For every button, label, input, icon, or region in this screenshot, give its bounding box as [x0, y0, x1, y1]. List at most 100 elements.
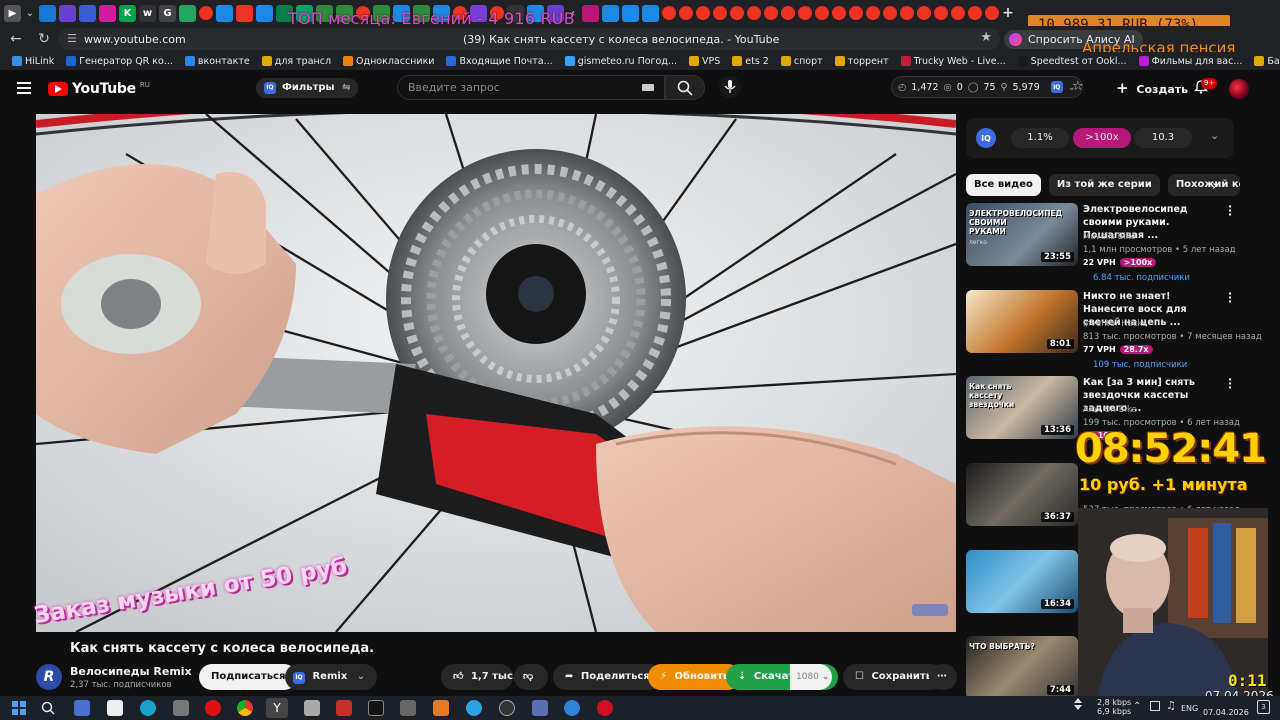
chip-similar-content[interactable]: Похожий конте — [1167, 174, 1240, 196]
volume-icon[interactable]: ♫ — [1166, 699, 1176, 712]
tab-favicon[interactable] — [696, 6, 710, 20]
tab-favicon[interactable] — [256, 4, 273, 22]
tab-favicon[interactable] — [622, 4, 639, 22]
taskbar-app-icon[interactable] — [433, 700, 449, 716]
tab-favicon[interactable] — [642, 4, 659, 22]
recommendation-channel[interactable]: Inventor Hacks — [1083, 319, 1147, 329]
video-thumbnail[interactable]: 36:37 — [966, 463, 1078, 526]
tab-favicon[interactable] — [679, 6, 693, 20]
dislike-button[interactable]: 👎︎ — [514, 664, 548, 690]
url-field[interactable]: ☰ www.youtube.com (39) Как снять кассету… — [58, 28, 1000, 50]
tab-favicon[interactable] — [662, 6, 676, 20]
video-thumbnail[interactable]: 16:34 — [966, 550, 1078, 613]
tab-favicon[interactable] — [951, 6, 965, 20]
tab-favicon[interactable] — [713, 6, 727, 20]
notification-center-icon[interactable]: 3 — [1257, 700, 1270, 714]
search-icon[interactable] — [41, 701, 55, 715]
account-avatar[interactable] — [1229, 79, 1249, 99]
subscribe-button[interactable]: Подписаться — [199, 664, 298, 690]
channel-avatar[interactable]: R — [36, 664, 62, 690]
tab-favicon[interactable] — [883, 6, 897, 20]
more-vert-icon[interactable]: ··· — [1228, 374, 1232, 393]
tab-favicon[interactable] — [849, 6, 863, 20]
recommendation-channel[interactable]: Alex On Bike — [1083, 405, 1137, 415]
recommendation-channel[interactable]: Mavells Bike — [1083, 232, 1136, 242]
share-button[interactable]: ➦ Поделиться — [553, 664, 662, 690]
bookmark-item[interactable]: Speedtest от Ookl... — [1017, 56, 1127, 67]
bookmark-item[interactable]: Trucky Web - Live... — [900, 56, 1006, 67]
bookmark-item[interactable]: спорт — [780, 56, 823, 67]
taskbar-app-icon[interactable] — [400, 700, 416, 716]
language-indicator[interactable]: ENG — [1181, 704, 1198, 713]
chip-all-videos[interactable]: Все видео — [966, 174, 1041, 196]
taskbar-app-icon[interactable] — [74, 700, 90, 716]
bookmark-item[interactable]: Входящие Почта... — [446, 56, 553, 67]
start-windows-icon[interactable] — [12, 701, 26, 715]
channel-stats[interactable]: ◴ 1,472 ◎ 0 ◯ 75 ⚲ 5,979 IQ ⌄ — [891, 76, 1083, 98]
tab-favicon[interactable] — [199, 6, 213, 20]
bookmark-star-icon[interactable]: ★ — [980, 30, 992, 45]
recommendation-item[interactable]: ЭЛЕКТРОВЕЛОСИПЕД СВОИМИ РУКАМИ легко 23:55… — [966, 201, 1266, 283]
video-player[interactable] — [36, 114, 956, 632]
pin-up-icon[interactable] — [1074, 698, 1082, 710]
taskbar-app-icon[interactable] — [107, 700, 123, 716]
new-tab-icon[interactable]: + — [1002, 5, 1014, 21]
tab-favicon[interactable] — [798, 6, 812, 20]
tab-favicon[interactable] — [832, 6, 846, 20]
tab-favicon[interactable] — [866, 6, 880, 20]
bookmark-item[interactable]: торрент — [834, 56, 889, 67]
voice-search-button[interactable] — [719, 76, 741, 98]
chrome-icon[interactable] — [237, 700, 253, 716]
video-thumbnail[interactable]: 8:01 — [966, 290, 1078, 353]
tab-favicon[interactable] — [582, 4, 599, 22]
taskbar-app-icon[interactable] — [173, 700, 189, 716]
yandex-browser-icon[interactable]: Y — [266, 698, 288, 718]
tab-favicon[interactable] — [764, 6, 778, 20]
search-input[interactable]: Введите запрос — [397, 75, 665, 100]
tab-favicon[interactable] — [815, 6, 829, 20]
trophy-icon[interactable]: ☆ — [1072, 79, 1084, 94]
taskbar-app-icon[interactable] — [532, 700, 548, 716]
tab-favicon[interactable] — [602, 4, 619, 22]
remix-button[interactable]: IQ Remix ⌄ — [285, 664, 378, 690]
create-button[interactable]: + Создать — [1108, 78, 1198, 98]
more-vert-icon[interactable]: ··· — [1228, 288, 1232, 307]
tray-chevron-icon[interactable]: ⌃ — [1133, 701, 1141, 712]
site-info-icon[interactable]: ☰ — [67, 32, 77, 45]
chevron-down-icon[interactable]: ⌄ — [1210, 129, 1219, 142]
menu-icon[interactable] — [17, 82, 31, 94]
bookmark-item[interactable]: Одноклассники — [343, 56, 434, 67]
taskbar-app-icon[interactable] — [564, 700, 580, 716]
chip-same-series[interactable]: Из той же серии — [1048, 174, 1160, 196]
back-arrow-icon[interactable]: ← — [2, 31, 30, 47]
tab-favicon[interactable] — [985, 6, 999, 20]
iq-metric-engagement[interactable]: 1.1% — [1011, 128, 1069, 148]
tab-favicon[interactable] — [968, 6, 982, 20]
telegram-icon[interactable] — [466, 700, 482, 716]
bookmark-item[interactable]: Фильмы для вас... — [1138, 56, 1242, 67]
recommendation-item[interactable]: 8:01 Никто не знает! Нанесите воск для св… — [966, 288, 1266, 370]
reload-icon[interactable]: ↻ — [30, 31, 58, 47]
bookmark-item[interactable]: ets 2 — [732, 56, 769, 67]
opera-icon[interactable] — [205, 700, 221, 716]
iq-metric-score[interactable]: 10.3 — [1134, 128, 1192, 148]
bookmark-item[interactable]: вконтакте — [184, 56, 250, 67]
youtube-logo[interactable]: YouTube RU — [48, 81, 150, 97]
tab-favicon[interactable] — [179, 4, 196, 22]
tab-favicon[interactable]: K — [119, 4, 136, 22]
tab-favicon[interactable] — [934, 6, 948, 20]
video-thumbnail[interactable]: ЭЛЕКТРОВЕЛОСИПЕД СВОИМИ РУКАМИ легко 23:55 — [966, 203, 1078, 266]
tab-favicon[interactable] — [900, 6, 914, 20]
iq-logo[interactable]: IQ — [976, 128, 996, 148]
video-thumbnail[interactable]: Как снять кассету звездочки 13:36 — [966, 376, 1078, 439]
taskbar-app-icon[interactable] — [304, 700, 320, 716]
bookmark-item[interactable]: VPS — [689, 56, 720, 67]
bookmark-item[interactable]: gismeteo.ru Погод... — [564, 56, 677, 67]
taskbar-app-icon[interactable] — [499, 700, 515, 716]
video-thumbnail[interactable]: ЧТО ВЫБРАТЬ? 7:44 — [966, 636, 1078, 699]
tab-favicon[interactable] — [216, 4, 233, 22]
tab-favicon[interactable] — [39, 4, 56, 22]
taskbar-app-icon[interactable] — [336, 700, 352, 716]
tab-favicon[interactable] — [747, 6, 761, 20]
bookmark-item[interactable]: HiLink — [12, 56, 54, 67]
